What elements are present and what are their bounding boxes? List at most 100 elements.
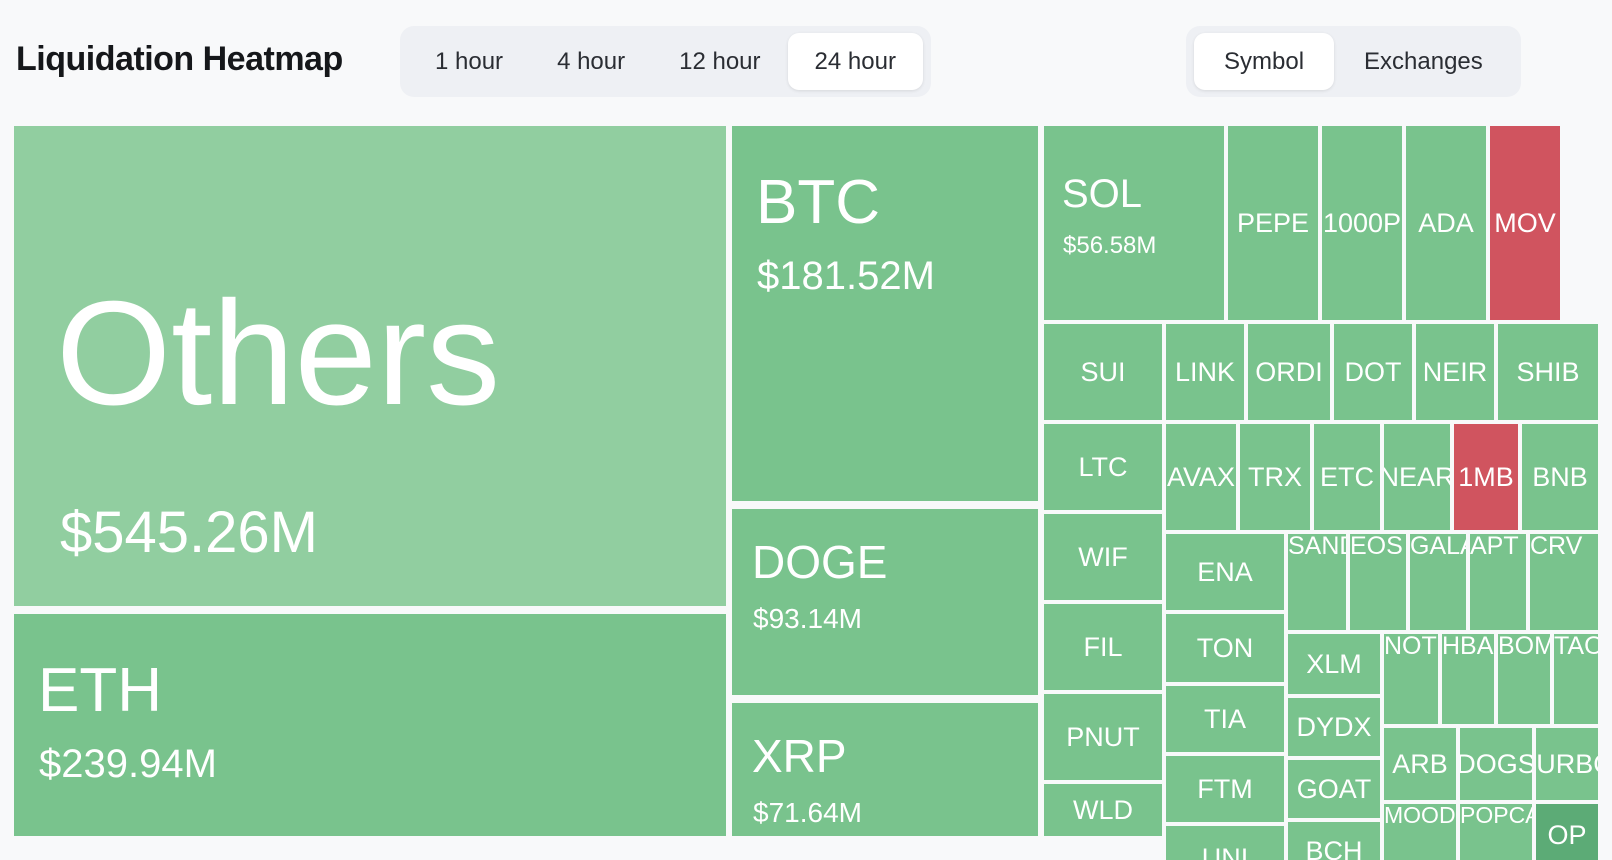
tile-symbol-label: SHIB — [1516, 356, 1580, 387]
treemap-tile-hbar[interactable]: HBAR — [1442, 634, 1494, 724]
treemap-tile-etc[interactable]: ETC — [1314, 424, 1380, 530]
liquidation-treemap[interactable]: Others $545.26M ETH $239.94M BTC $181.52M DOGE… — [0, 122, 1612, 860]
tile-symbol-label: DYDX — [1296, 711, 1372, 742]
treemap-tile-eos[interactable]: EOS — [1350, 534, 1406, 630]
treemap-tile-1000p[interactable]: 1000P — [1322, 126, 1402, 320]
treemap-tile-near[interactable]: NEAR — [1384, 424, 1450, 530]
tile-symbol-label: FIL — [1083, 631, 1123, 662]
tile-symbol-label: EOS — [1350, 534, 1403, 560]
treemap-tile-uni[interactable]: UNI — [1166, 826, 1284, 860]
treemap-tile-tao[interactable]: TAO — [1554, 634, 1598, 724]
treemap-tile-ltc[interactable]: LTC — [1044, 424, 1162, 510]
tile-symbol-label: DOT — [1344, 356, 1402, 387]
treemap-tile-crv[interactable]: CRV — [1530, 534, 1598, 630]
treemap-tile-ton[interactable]: TON — [1166, 614, 1284, 682]
tile-symbol-label: TURBO — [1536, 748, 1598, 779]
treemap-tile-tia[interactable]: TIA — [1166, 686, 1284, 752]
treemap-tile-popcat[interactable]: POPCAT — [1460, 804, 1532, 860]
tile-symbol-label: TIA — [1203, 703, 1246, 734]
treemap-tile-xrp[interactable]: XRP $71.64M — [732, 703, 1038, 836]
treemap-tile-trx[interactable]: TRX — [1240, 424, 1310, 530]
grouping-option-symbol[interactable]: Symbol — [1194, 33, 1335, 90]
treemap-tile-op[interactable]: OP — [1536, 804, 1598, 860]
treemap-tile-arb[interactable]: ARB — [1384, 728, 1456, 800]
tile-symbol-label: NOT — [1384, 634, 1437, 660]
treemap-tile-goat[interactable]: GOAT — [1288, 760, 1380, 818]
timeframe-toggle-group[interactable]: 1 hour 4 hour 12 hour 24 hour — [400, 26, 931, 97]
treemap-tile-bome[interactable]: BOME — [1498, 634, 1550, 724]
tile-symbol-label: BOME — [1498, 634, 1550, 660]
treemap-tile-pepe[interactable]: PEPE — [1228, 126, 1318, 320]
treemap-tile-not[interactable]: NOT — [1384, 634, 1438, 724]
tile-value-label: $56.58M — [1063, 232, 1157, 259]
tile-symbol-label: TAO — [1554, 634, 1598, 660]
treemap-tile-sol[interactable]: SOL $56.58M — [1044, 126, 1224, 320]
treemap-tile-gala[interactable]: GALA — [1410, 534, 1466, 630]
treemap-tile-sand[interactable]: SAND — [1288, 534, 1346, 630]
treemap-tile-dydx[interactable]: DYDX — [1288, 698, 1380, 756]
tile-symbol-label: SOL — [1062, 172, 1143, 216]
tile-symbol-label: DOGS — [1460, 748, 1532, 779]
tile-symbol-label: CRV — [1530, 534, 1583, 560]
treemap-tile-ena[interactable]: ENA — [1166, 534, 1284, 610]
tile-symbol-label: PNUT — [1066, 721, 1140, 752]
treemap-tile-apt[interactable]: APT — [1470, 534, 1526, 630]
tile-value-label: $93.14M — [753, 603, 862, 634]
tile-value-label: $239.94M — [39, 742, 217, 786]
timeframe-option-24-hour[interactable]: 24 hour — [787, 33, 923, 90]
treemap-tile-1mb[interactable]: 1MB — [1454, 424, 1518, 530]
timeframe-option-4-hour[interactable]: 4 hour — [530, 33, 652, 90]
tile-symbol-label: GOAT — [1296, 773, 1372, 804]
app-header: Liquidation Heatmap 1 hour 4 hour 12 hour 2… — [0, 0, 1612, 122]
tile-symbol-label: ORDI — [1255, 356, 1323, 387]
tile-symbol-label: AVAX — [1166, 461, 1236, 492]
tile-symbol-label: MOV — [1494, 207, 1556, 238]
tile-symbol-label: HBAR — [1442, 634, 1494, 660]
treemap-tile-shib[interactable]: SHIB — [1498, 324, 1598, 420]
treemap-tile-dogs[interactable]: DOGS — [1460, 728, 1532, 800]
treemap-tile-sui[interactable]: SUI — [1044, 324, 1162, 420]
tile-symbol-label: DOGE — [752, 536, 888, 588]
tile-symbol-label: LTC — [1078, 451, 1128, 482]
grouping-option-exchanges[interactable]: Exchanges — [1334, 33, 1513, 90]
tile-symbol-label: ETC — [1320, 461, 1374, 492]
treemap-tile-doge[interactable]: DOGE $93.14M — [732, 509, 1038, 695]
treemap-tile-ftm[interactable]: FTM — [1166, 756, 1284, 822]
tile-symbol-label: WLD — [1073, 794, 1133, 825]
tile-symbol-label: GALA — [1410, 534, 1466, 560]
tile-symbol-label: PEPE — [1236, 207, 1310, 238]
treemap-tile-mov[interactable]: MOV — [1490, 126, 1560, 320]
tile-symbol-label: NEAR — [1384, 461, 1450, 492]
tile-symbol-label: ENA — [1197, 556, 1253, 587]
tile-symbol-label: Others — [56, 271, 501, 436]
treemap-tile-others[interactable]: Others $545.26M — [14, 126, 726, 606]
treemap-tile-pnut[interactable]: PNUT — [1044, 694, 1162, 780]
tile-symbol-label: FTM — [1197, 773, 1253, 804]
treemap-tile-avax[interactable]: AVAX — [1166, 424, 1236, 530]
treemap-tile-wif[interactable]: WIF — [1044, 514, 1162, 600]
tile-symbol-label: OP — [1547, 819, 1587, 850]
treemap-tile-moodeng[interactable]: MOODENG — [1384, 804, 1456, 860]
treemap-tile-fil[interactable]: FIL — [1044, 604, 1162, 690]
timeframe-option-1-hour[interactable]: 1 hour — [408, 33, 530, 90]
grouping-toggle-group[interactable]: Symbol Exchanges — [1186, 26, 1521, 97]
treemap-tile-bch[interactable]: BCH — [1288, 822, 1380, 860]
treemap-tile-btc[interactable]: BTC $181.52M — [732, 126, 1038, 501]
tile-symbol-label: ETH — [38, 656, 162, 725]
treemap-tile-eth[interactable]: ETH $239.94M — [14, 614, 726, 836]
treemap-tile-link[interactable]: LINK — [1166, 324, 1244, 420]
treemap-tile-xlm[interactable]: XLM — [1288, 634, 1380, 694]
treemap-tile-ada[interactable]: ADA — [1406, 126, 1486, 320]
treemap-tile-bnb[interactable]: BNB — [1522, 424, 1598, 530]
treemap-tile-ordi[interactable]: ORDI — [1248, 324, 1330, 420]
treemap-tile-dot[interactable]: DOT — [1334, 324, 1412, 420]
tile-symbol-label: BNB — [1532, 461, 1588, 492]
timeframe-option-12-hour[interactable]: 12 hour — [652, 33, 787, 90]
treemap-tile-turbo[interactable]: TURBO — [1536, 728, 1598, 800]
tile-symbol-label: XLM — [1306, 648, 1362, 679]
tile-value-label: $71.64M — [753, 797, 862, 828]
treemap-tile-wld[interactable]: WLD — [1044, 784, 1162, 836]
tile-symbol-label: ADA — [1418, 207, 1474, 238]
treemap-tile-neir[interactable]: NEIR — [1416, 324, 1494, 420]
tile-symbol-label: MOODENG — [1384, 804, 1456, 828]
